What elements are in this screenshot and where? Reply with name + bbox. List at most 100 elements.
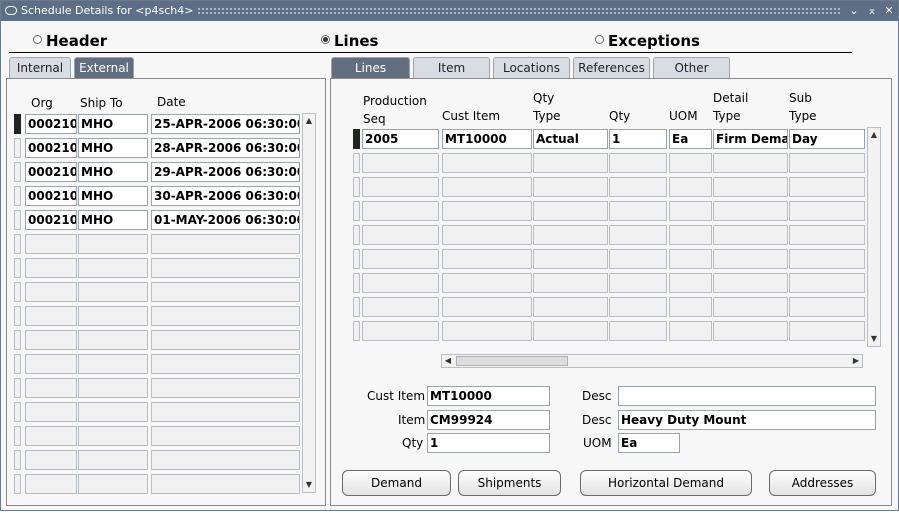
cell-org[interactable] xyxy=(25,378,77,398)
cell-date[interactable] xyxy=(151,402,300,422)
row-selector[interactable] xyxy=(14,282,21,302)
row-selector[interactable] xyxy=(353,177,360,197)
cell-date[interactable]: 28-APR-2006 06:30:00 xyxy=(151,138,300,158)
row-selector[interactable] xyxy=(14,234,21,254)
cell-cust-item[interactable] xyxy=(442,297,532,317)
row-selector[interactable] xyxy=(14,114,21,134)
cell-ship-to[interactable]: MHO xyxy=(78,138,148,158)
scroll-up-icon[interactable]: ▲ xyxy=(303,114,315,128)
cell-org[interactable]: 00021045 xyxy=(25,114,77,134)
cell-qty-type[interactable] xyxy=(533,201,608,221)
cell-qty-type[interactable] xyxy=(533,273,608,293)
cell-ship-to[interactable] xyxy=(78,426,148,446)
scroll-left-icon[interactable]: ◀ xyxy=(442,355,454,367)
scroll-down-icon[interactable]: ▼ xyxy=(868,332,880,346)
radio-lines-circle[interactable] xyxy=(321,35,330,44)
row-selector[interactable] xyxy=(14,450,21,470)
cell-qty[interactable] xyxy=(609,177,667,197)
cell-uom[interactable] xyxy=(669,273,712,293)
cell-sub-type[interactable] xyxy=(789,297,865,317)
scroll-up-icon[interactable]: ▲ xyxy=(868,128,880,142)
cell-sub-type[interactable]: Day xyxy=(789,129,865,149)
cell-date[interactable] xyxy=(151,450,300,470)
tab-external[interactable]: External xyxy=(74,57,134,79)
cell-qty-type[interactable] xyxy=(533,177,608,197)
cell-uom[interactable] xyxy=(669,177,712,197)
row-selector[interactable] xyxy=(14,330,21,350)
demand-button[interactable]: Demand xyxy=(342,470,451,496)
cell-cust-item[interactable] xyxy=(442,225,532,245)
radio-lines[interactable]: Lines xyxy=(321,32,378,50)
cell-ship-to[interactable] xyxy=(78,378,148,398)
cell-qty[interactable] xyxy=(609,297,667,317)
cell-date[interactable] xyxy=(151,474,300,494)
cell-uom[interactable] xyxy=(669,249,712,269)
tab-item[interactable]: Item xyxy=(413,57,490,79)
row-selector[interactable] xyxy=(353,273,360,293)
row-selector[interactable] xyxy=(14,354,21,374)
row-selector[interactable] xyxy=(14,306,21,326)
desc-field-1[interactable] xyxy=(618,386,876,406)
cell-uom[interactable] xyxy=(669,321,712,341)
cell-qty[interactable] xyxy=(609,153,667,173)
row-selector[interactable] xyxy=(353,321,360,341)
cell-ship-to[interactable]: MHO xyxy=(78,114,148,134)
cell-ship-to[interactable] xyxy=(78,330,148,350)
cell-sub-type[interactable] xyxy=(789,153,865,173)
row-selector[interactable] xyxy=(14,426,21,446)
uom-field[interactable]: Ea xyxy=(618,433,680,453)
row-selector[interactable] xyxy=(353,249,360,269)
desc-field-2[interactable]: Heavy Duty Mount xyxy=(618,410,876,430)
cell-production-seq[interactable] xyxy=(362,297,439,317)
title-bar[interactable]: Schedule Details for <p4sch4> ⌄ ⌅ ✕ xyxy=(1,1,898,21)
scroll-down-icon[interactable]: ▼ xyxy=(303,478,315,492)
cell-date[interactable] xyxy=(151,234,300,254)
cell-detail-type[interactable] xyxy=(713,249,788,269)
cell-sub-type[interactable] xyxy=(789,177,865,197)
cell-production-seq[interactable] xyxy=(362,177,439,197)
cell-org[interactable] xyxy=(25,282,77,302)
cell-production-seq[interactable] xyxy=(362,321,439,341)
tab-other[interactable]: Other xyxy=(653,57,730,79)
row-selector[interactable] xyxy=(14,258,21,278)
cell-sub-type[interactable] xyxy=(789,321,865,341)
cell-date[interactable] xyxy=(151,354,300,374)
cell-date[interactable]: 25-APR-2006 06:30:00 xyxy=(151,114,300,134)
cell-sub-type[interactable] xyxy=(789,225,865,245)
cell-detail-type[interactable] xyxy=(713,321,788,341)
shipments-button[interactable]: Shipments xyxy=(458,470,561,496)
left-vertical-scrollbar[interactable]: ▲ ▼ xyxy=(302,113,316,493)
cell-uom[interactable] xyxy=(669,201,712,221)
cell-ship-to[interactable] xyxy=(78,474,148,494)
row-selector[interactable] xyxy=(14,186,21,206)
cell-ship-to[interactable]: MHO xyxy=(78,162,148,182)
cell-cust-item[interactable] xyxy=(442,177,532,197)
lines-horizontal-scrollbar[interactable]: ◀ ▶ xyxy=(441,354,863,368)
cell-date[interactable] xyxy=(151,426,300,446)
cell-qty-type[interactable] xyxy=(533,249,608,269)
cell-org[interactable] xyxy=(25,234,77,254)
row-selector[interactable] xyxy=(14,474,21,494)
cell-ship-to[interactable] xyxy=(78,258,148,278)
cell-org[interactable]: 0002104 xyxy=(25,162,77,182)
cell-qty-type[interactable] xyxy=(533,153,608,173)
cell-ship-to[interactable] xyxy=(78,354,148,374)
cell-date[interactable] xyxy=(151,330,300,350)
cell-production-seq[interactable] xyxy=(362,153,439,173)
cell-sub-type[interactable] xyxy=(789,273,865,293)
tab-internal[interactable]: Internal xyxy=(9,57,71,79)
cell-cust-item[interactable]: MT10000 xyxy=(442,129,532,149)
item-field[interactable]: CM99924 xyxy=(427,410,550,430)
tab-locations[interactable]: Locations xyxy=(493,57,570,79)
cell-qty[interactable]: 1 xyxy=(609,129,667,149)
cell-date[interactable] xyxy=(151,306,300,326)
cell-date[interactable] xyxy=(151,282,300,302)
radio-header[interactable]: Header xyxy=(33,32,107,50)
cell-org[interactable] xyxy=(25,474,77,494)
cell-detail-type[interactable]: Firm Demand xyxy=(713,129,788,149)
window-menu-icon[interactable] xyxy=(5,6,17,15)
cell-qty-type[interactable] xyxy=(533,321,608,341)
radio-exceptions-circle[interactable] xyxy=(595,35,604,44)
cust-item-field[interactable]: MT10000 xyxy=(427,386,550,406)
cell-uom[interactable] xyxy=(669,297,712,317)
